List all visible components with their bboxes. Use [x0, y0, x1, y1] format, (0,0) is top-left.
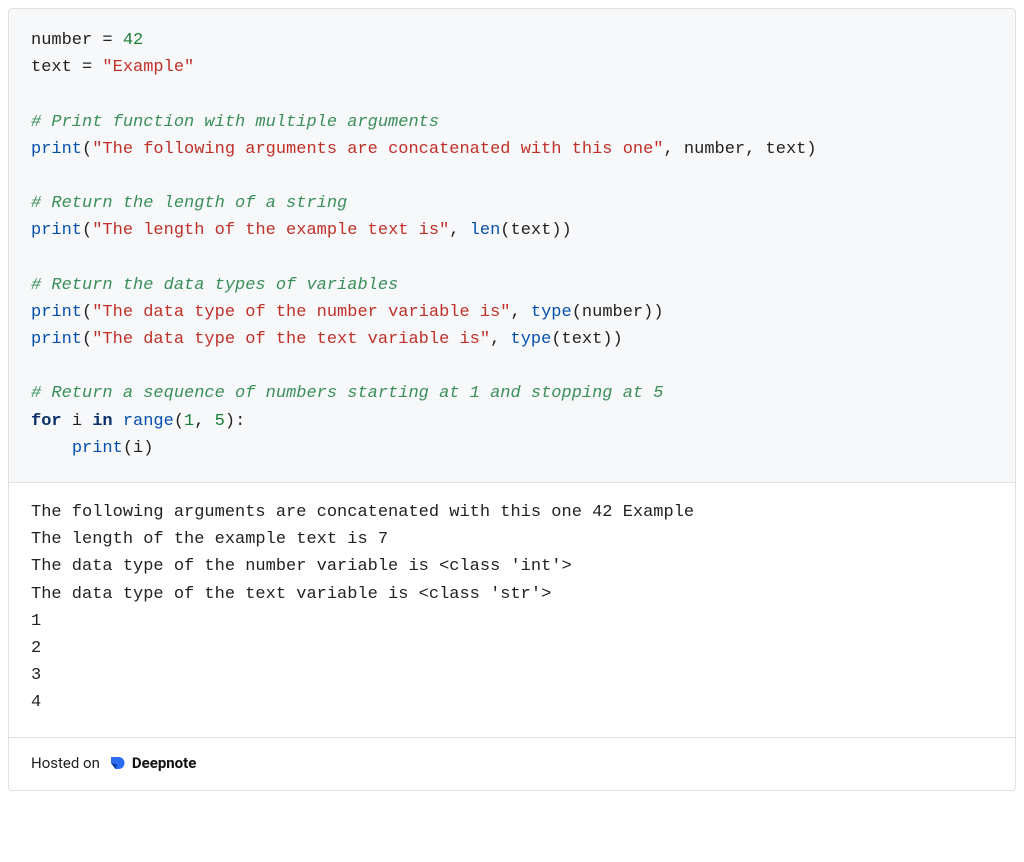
code-cell: number = 42 text = "Example" # Print fun… — [9, 9, 1015, 483]
deepnote-icon — [108, 754, 126, 772]
comma: , — [194, 412, 214, 431]
code-line: print("The following arguments are conca… — [31, 140, 817, 159]
output-line: The following arguments are concatenated… — [31, 503, 694, 522]
code-line: # Print function with multiple arguments — [31, 113, 439, 132]
fn-call: type — [531, 303, 572, 322]
arg: text — [766, 140, 807, 159]
notebook-card: number = 42 text = "Example" # Print fun… — [8, 8, 1016, 791]
arg: text — [511, 221, 552, 240]
hosted-footer[interactable]: Hosted on Deepnote — [9, 738, 1015, 790]
code-line: for i in range(1, 5): — [31, 412, 245, 431]
arg: text — [562, 330, 603, 349]
output-line: The data type of the text variable is <c… — [31, 585, 551, 604]
indent — [31, 439, 72, 458]
fn-call: print — [31, 303, 82, 322]
fn-call: print — [31, 330, 82, 349]
number-literal: 5 — [215, 412, 225, 431]
paren: ) — [143, 439, 153, 458]
paren: ) — [643, 303, 653, 322]
paren: ) — [225, 412, 235, 431]
output-line: The data type of the number variable is … — [31, 557, 572, 576]
paren: ) — [613, 330, 623, 349]
comment: # Print function with multiple arguments — [31, 113, 439, 132]
hosted-on-label: Hosted on — [31, 754, 100, 772]
fn-call: print — [31, 140, 82, 159]
colon: : — [235, 412, 245, 431]
arg: number — [684, 140, 745, 159]
number-literal: 1 — [184, 412, 194, 431]
arg: number — [582, 303, 643, 322]
fn-call: print — [72, 439, 123, 458]
comment: # Return a sequence of numbers starting … — [31, 384, 664, 403]
paren: ( — [572, 303, 582, 322]
comment: # Return the length of a string — [31, 194, 347, 213]
paren: ( — [82, 221, 92, 240]
code-line: # Return a sequence of numbers starting … — [31, 384, 664, 403]
paren: ( — [82, 330, 92, 349]
paren: ( — [82, 140, 92, 159]
var-name: number — [31, 31, 92, 50]
output-line: 2 — [31, 639, 41, 658]
fn-call: range — [123, 412, 174, 431]
arg: i — [133, 439, 143, 458]
paren: ) — [551, 221, 561, 240]
paren: ) — [806, 140, 816, 159]
code-line: print("The length of the example text is… — [31, 221, 572, 240]
paren: ) — [653, 303, 663, 322]
string-literal: "The length of the example text is" — [92, 221, 449, 240]
assign-op: = — [72, 58, 103, 77]
keyword: in — [92, 412, 112, 431]
paren: ) — [562, 221, 572, 240]
paren: ( — [82, 303, 92, 322]
paren: ( — [500, 221, 510, 240]
code-line: # Return the data types of variables — [31, 276, 398, 295]
output-line: 4 — [31, 693, 41, 712]
paren: ( — [551, 330, 561, 349]
code-line: print(i) — [31, 439, 153, 458]
space — [82, 412, 92, 431]
string-literal: "The data type of the text variable is" — [92, 330, 490, 349]
comment: # Return the data types of variables — [31, 276, 398, 295]
paren: ) — [602, 330, 612, 349]
comma: , — [490, 330, 510, 349]
code-line: print("The data type of the text variabl… — [31, 330, 623, 349]
paren: ( — [174, 412, 184, 431]
var-name: i — [72, 412, 82, 431]
comma: , — [664, 140, 684, 159]
deepnote-brand: Deepnote — [132, 754, 196, 772]
comma: , — [449, 221, 469, 240]
output-line: The length of the example text is 7 — [31, 530, 388, 549]
fn-call: type — [511, 330, 552, 349]
fn-call: print — [31, 221, 82, 240]
output-line: 1 — [31, 612, 41, 631]
assign-op: = — [92, 31, 123, 50]
keyword: for — [31, 412, 62, 431]
comma: , — [745, 140, 765, 159]
code-line: text = "Example" — [31, 58, 194, 77]
var-name: text — [31, 58, 72, 77]
string-literal: "Example" — [102, 58, 194, 77]
number-literal: 42 — [123, 31, 143, 50]
fn-call: len — [470, 221, 501, 240]
output-line: 3 — [31, 666, 41, 685]
comma: , — [511, 303, 531, 322]
output-cell: The following arguments are concatenated… — [9, 483, 1015, 738]
space — [113, 412, 123, 431]
string-literal: "The data type of the number variable is… — [92, 303, 510, 322]
code-line: # Return the length of a string — [31, 194, 347, 213]
code-line: number = 42 — [31, 31, 143, 50]
string-literal: "The following arguments are concatenate… — [92, 140, 663, 159]
code-line: print("The data type of the number varia… — [31, 303, 664, 322]
space — [62, 412, 72, 431]
paren: ( — [123, 439, 133, 458]
